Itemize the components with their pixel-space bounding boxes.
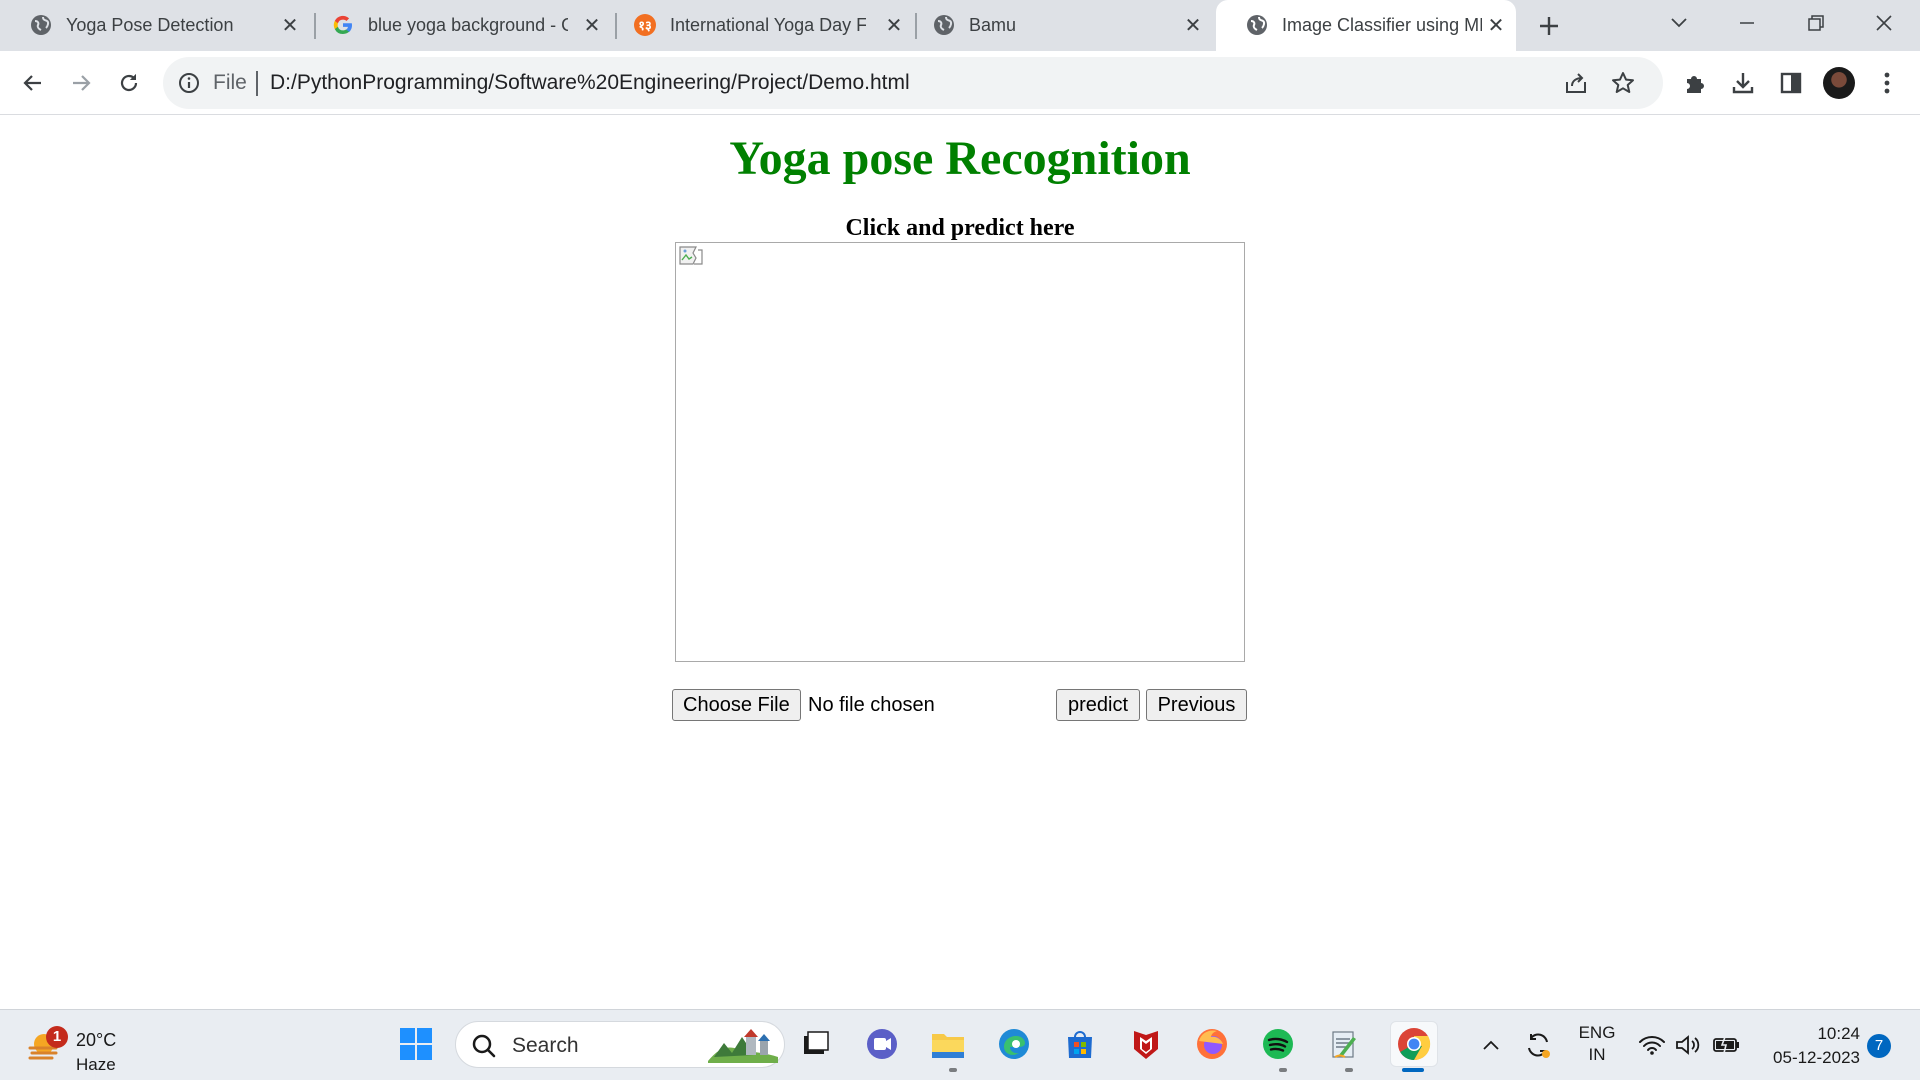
active-app-indicator [1402, 1068, 1424, 1072]
notepad-app-icon[interactable] [1324, 1024, 1364, 1064]
browser-tab-strip: Yoga Pose Detection ✕ blue yoga backgrou… [0, 0, 1920, 51]
battery-charging-icon[interactable] [1712, 1032, 1742, 1058]
mcafee-shield-icon[interactable] [1126, 1024, 1166, 1064]
volume-icon[interactable] [1674, 1032, 1702, 1058]
task-view-icon[interactable] [796, 1024, 836, 1064]
globe-icon [30, 14, 52, 36]
running-indicator [1345, 1068, 1353, 1072]
weather-condition: Haze [76, 1055, 116, 1074]
tab-international-yoga-day[interactable]: १३ International Yoga Day Fr ✕ [604, 0, 914, 51]
window-close-icon[interactable] [1866, 8, 1902, 38]
edge-browser-icon[interactable] [994, 1024, 1034, 1064]
search-icon [470, 1032, 498, 1060]
tab-close-icon[interactable]: ✕ [1181, 13, 1205, 37]
tab-title: Image Classifier using ML [1282, 15, 1482, 35]
language-region: IN [1588, 1045, 1606, 1064]
tab-title: Bamu [969, 15, 1017, 35]
tray-chevron-up-icon[interactable] [1478, 1032, 1504, 1058]
google-icon [332, 14, 354, 36]
firefox-icon[interactable] [1192, 1024, 1232, 1064]
tab-yoga-pose-detection[interactable]: Yoga Pose Detection ✕ [0, 0, 310, 51]
tab-close-icon[interactable]: ✕ [1484, 13, 1508, 37]
choose-file-button[interactable]: Choose File [672, 689, 801, 721]
browser-toolbar: File D:/PythonProgramming/Software%20Eng… [0, 51, 1920, 115]
weather-badge: 1 [46, 1026, 68, 1048]
tab-close-icon[interactable]: ✕ [580, 13, 604, 37]
broken-image-icon [678, 245, 704, 269]
search-highlight-illustration [706, 1027, 782, 1065]
microsoft-store-icon[interactable] [1060, 1024, 1100, 1064]
predict-caption: Click and predict here [845, 215, 1075, 241]
weather-temperature: 20°C [76, 1030, 117, 1050]
minimize-icon[interactable] [1729, 8, 1765, 38]
wifi-icon[interactable] [1638, 1032, 1666, 1058]
tab-search-chevron-icon[interactable] [1661, 8, 1697, 38]
notification-count-badge[interactable]: 7 [1867, 1034, 1891, 1058]
running-indicator [949, 1068, 957, 1072]
extensions-puzzle-icon[interactable] [1680, 68, 1710, 98]
weather-widget[interactable]: 1 20°C Haze [28, 1020, 148, 1074]
url-divider [256, 71, 258, 96]
page-title: Yoga pose Recognition [729, 132, 1191, 185]
new-tab-plus-icon[interactable] [1535, 12, 1563, 40]
windows-start-icon[interactable] [396, 1024, 436, 1064]
globe-icon [933, 14, 955, 36]
restore-icon[interactable] [1798, 8, 1834, 38]
url-text[interactable]: D:/PythonProgramming/Software%20Engineer… [270, 71, 910, 95]
back-arrow-icon[interactable] [16, 66, 50, 100]
info-icon[interactable] [177, 71, 201, 95]
forward-arrow-icon[interactable] [64, 66, 98, 100]
download-icon[interactable] [1728, 68, 1758, 98]
predict-button[interactable]: predict [1056, 689, 1140, 721]
svg-text:१३: १३ [638, 18, 652, 33]
teams-chat-icon[interactable] [862, 1024, 902, 1064]
tab-blue-yoga-background[interactable]: blue yoga background - G ✕ [302, 0, 612, 51]
bookmark-star-icon[interactable] [1610, 70, 1636, 96]
file-explorer-icon[interactable] [928, 1024, 968, 1064]
previous-button[interactable]: Previous [1146, 689, 1247, 721]
tab-bamu[interactable]: Bamu ✕ [903, 0, 1213, 51]
profile-avatar[interactable] [1823, 67, 1855, 99]
tab-close-icon[interactable]: ✕ [278, 13, 302, 37]
clock-date: 05-12-2023 [1773, 1048, 1860, 1067]
windows-taskbar: 1 20°C Haze Search ENG IN 10:24 05-12-20… [0, 1009, 1920, 1080]
taskbar-search[interactable]: Search [455, 1021, 785, 1068]
brand-icon: १३ [634, 14, 656, 36]
chrome-browser-icon[interactable] [1390, 1021, 1438, 1067]
share-icon[interactable] [1563, 70, 1589, 96]
search-label: Search [512, 1034, 579, 1057]
tab-image-classifier[interactable]: Image Classifier using ML ✕ [1216, 0, 1516, 51]
tab-title: International Yoga Day Fr [670, 15, 866, 35]
menu-kebab-icon[interactable] [1872, 68, 1902, 98]
side-panel-icon[interactable] [1776, 68, 1806, 98]
spotify-icon[interactable] [1258, 1024, 1298, 1064]
language-code: ENG [1578, 1023, 1616, 1042]
tab-title: Yoga Pose Detection [66, 15, 234, 35]
clock-time: 10:24 [1817, 1024, 1860, 1043]
url-scheme-label: File [213, 71, 247, 94]
language-indicator[interactable]: ENG IN [1572, 1022, 1622, 1066]
tab-title: blue yoga background - G [368, 15, 568, 35]
web-page: Yoga pose Recognition Click and predict … [0, 116, 1920, 1009]
address-bar[interactable]: File D:/PythonProgramming/Software%20Eng… [163, 57, 1663, 109]
reload-icon[interactable] [112, 66, 146, 100]
sync-icon[interactable] [1522, 1029, 1554, 1061]
file-status-text: No file chosen [808, 694, 935, 716]
image-preview[interactable] [675, 242, 1245, 662]
globe-icon [1246, 14, 1268, 36]
system-clock[interactable]: 10:24 05-12-2023 [1750, 1022, 1860, 1070]
running-indicator [1279, 1068, 1287, 1072]
